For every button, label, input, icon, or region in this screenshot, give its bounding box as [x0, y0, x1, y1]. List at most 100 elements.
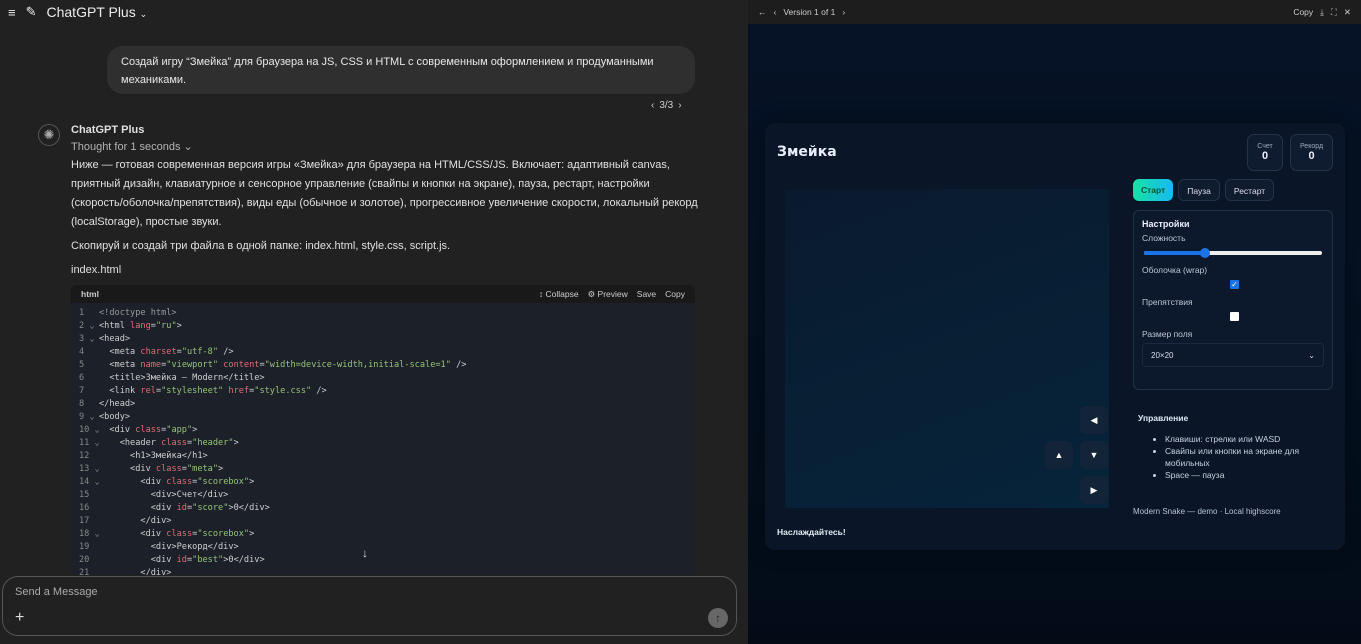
code-token: >: [218, 464, 224, 474]
game-card: Змейка Счет 0 Рекорд 0 ◀ ▲ ▼ ▶ Старт Пауза…: [765, 123, 1345, 550]
best-box: Рекорд 0: [1290, 134, 1333, 171]
thought-toggle[interactable]: Thought for 1 seconds ⌄: [71, 140, 701, 153]
slider-thumb[interactable]: [1199, 248, 1210, 258]
code-line: 6 <title> Змейка — Modern </title>: [71, 372, 695, 385]
code-header: html ↕ Collapse ⚙ Preview Save Copy: [71, 285, 695, 303]
code-token: <link: [99, 386, 141, 396]
code-token: Змейка: [150, 451, 182, 461]
openai-logo-icon: ✺: [38, 124, 60, 146]
preview-toolbar: ← ‹ Version 1 of 1 › Copy ⤓ ⛶ ✕: [748, 0, 1361, 24]
code-token: <div: [99, 464, 156, 474]
plus-icon[interactable]: +: [15, 609, 24, 627]
collapse-button[interactable]: ↕ Collapse: [539, 289, 579, 299]
size-select[interactable]: 20×20 ⌄: [1142, 343, 1324, 367]
line-number: 17: [79, 516, 90, 526]
preview-label: Preview: [597, 288, 628, 299]
prev-version-icon[interactable]: ‹: [774, 7, 777, 17]
code-token: />: [218, 347, 234, 357]
score-label: Счет: [1257, 143, 1273, 150]
code-line: 1 <!doctype html>: [71, 307, 695, 320]
prev-icon[interactable]: ‹: [651, 100, 654, 111]
code-line: 7 <link rel = "stylesheet" href = "style.css…: [71, 385, 695, 398]
back-icon[interactable]: ←: [758, 7, 767, 17]
code-token: "width=device-width,initial-scale=1": [264, 360, 451, 370]
line-number: 14 ⌄: [79, 477, 100, 487]
preview-button[interactable]: ⚙ Preview: [588, 289, 628, 300]
code-token: "app": [166, 425, 193, 435]
code-token: id: [176, 555, 187, 565]
code-token: />: [450, 360, 467, 370]
start-button[interactable]: Старт: [1133, 179, 1174, 201]
code-token: </div>: [197, 490, 229, 500]
line-number: 18 ⌄: [79, 529, 100, 539]
code-token: </h1>: [181, 451, 208, 461]
size-label: Размер поля: [1142, 329, 1193, 339]
code-lines[interactable]: 1 <!doctype html> 2 ⌄ <html lang = "ru" >3 ⌄ <h…: [71, 303, 695, 575]
message-composer[interactable]: Send a Message + ↑: [2, 576, 737, 636]
line-number: 13 ⌄: [79, 464, 100, 474]
obstacles-label: Препятствия: [1142, 297, 1193, 307]
pause-button[interactable]: Пауза: [1178, 179, 1220, 201]
code-line: 2 ⌄ <html lang = "ru" >: [71, 320, 695, 333]
code-token: lang: [130, 321, 151, 331]
edit-icon[interactable]: ✎: [26, 4, 37, 20]
code-token: "score": [192, 503, 229, 513]
code-token: <div: [99, 555, 177, 565]
code-token: Рекорд: [176, 542, 208, 552]
controls-title: Управление: [1138, 413, 1189, 423]
difficulty-label: Сложность: [1142, 233, 1186, 243]
line-number: 20: [79, 555, 90, 565]
copy-button[interactable]: Copy: [1293, 7, 1313, 17]
code-token: "meta": [186, 464, 219, 474]
game-title: Змейка: [777, 144, 837, 160]
right-arrow-button[interactable]: ▶: [1080, 476, 1108, 504]
settings-panel: Настройки Сложность Оболочка (wrap) ✓ Пр…: [1133, 210, 1333, 390]
code-language: html: [81, 289, 99, 299]
fullscreen-icon[interactable]: ⛶: [1331, 7, 1337, 18]
close-icon[interactable]: ✕: [1344, 7, 1351, 18]
assistant-name: ChatGPT Plus: [71, 124, 145, 136]
code-token: href: [228, 386, 250, 396]
line-number: 3 ⌄: [79, 334, 95, 344]
code-token: "stylesheet": [161, 386, 229, 396]
paragraph: index.html: [71, 264, 122, 276]
code-token: <meta: [99, 360, 141, 370]
next-icon[interactable]: ›: [678, 100, 681, 111]
model-selector[interactable]: ChatGPT Plus ⌄: [47, 4, 148, 20]
code-token: "header": [192, 438, 234, 448]
save-button[interactable]: Save: [637, 289, 656, 299]
up-arrow-button[interactable]: ▲: [1045, 441, 1073, 469]
down-arrow-button[interactable]: ▼: [1080, 441, 1108, 469]
settings-title: Настройки: [1142, 219, 1190, 229]
send-button[interactable]: ↑: [708, 608, 728, 628]
preview-panel: ← ‹ Version 1 of 1 › Copy ⤓ ⛶ ✕ Змейка С…: [748, 0, 1361, 644]
copy-button[interactable]: Copy: [665, 289, 685, 299]
message-input[interactable]: Send a Message: [15, 586, 98, 598]
scroll-down-icon[interactable]: ↓: [362, 546, 368, 560]
left-arrow-button[interactable]: ◀: [1080, 406, 1108, 434]
code-token: <h1>: [99, 451, 151, 461]
code-token: <header: [99, 438, 162, 448]
code-token: content: [223, 360, 260, 370]
model-name: ChatGPT Plus: [46, 4, 136, 20]
code-line: 13 ⌄ <div class = "meta" >: [71, 463, 695, 476]
line-number: 9 ⌄: [79, 412, 95, 422]
next-version-icon[interactable]: ›: [842, 7, 845, 17]
code-token: <head>: [99, 334, 131, 344]
code-token: <div: [99, 503, 177, 513]
line-number: 10 ⌄: [79, 425, 100, 435]
chat-header: ≡ ✎ ChatGPT Plus ⌄: [8, 4, 147, 20]
restart-button[interactable]: Рестарт: [1224, 179, 1275, 201]
enjoy-text: Наслаждайтесь!: [777, 527, 846, 537]
code-line: 15 <div> Счет </div>: [71, 489, 695, 502]
menu-icon[interactable]: ≡: [8, 5, 16, 20]
wrap-checkbox[interactable]: ✓: [1230, 280, 1239, 289]
difficulty-slider[interactable]: [1142, 247, 1324, 259]
code-token: class: [161, 438, 187, 448]
obstacles-checkbox[interactable]: [1230, 312, 1239, 321]
line-number: 1: [79, 308, 85, 318]
code-token: "utf-8": [181, 347, 219, 357]
download-icon[interactable]: ⤓: [1320, 7, 1324, 18]
collapse-label: Collapse: [545, 289, 579, 299]
code-token: "best": [192, 555, 224, 565]
